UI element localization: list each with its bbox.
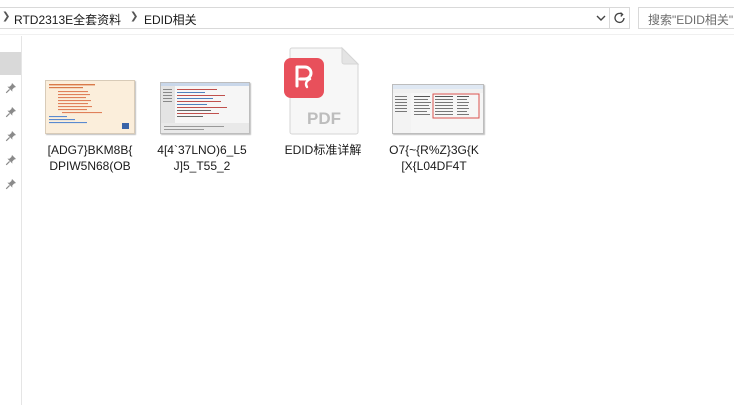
image-thumbnail xyxy=(392,84,484,134)
file-name[interactable]: EDID标准详解 xyxy=(273,142,373,158)
file-item[interactable]: O7{~{R%Z}3G{K [X{L04DF4T xyxy=(384,46,484,186)
file-name[interactable]: 4[4`37LNO)6_L5 J]5_T55_2 xyxy=(152,142,252,174)
file-name-line: O7{~{R%Z}3G{K xyxy=(389,143,479,157)
pin-icon xyxy=(5,179,17,190)
navigation-pane[interactable] xyxy=(0,36,22,405)
file-name-line: [ADG7}BKM8B{ xyxy=(47,143,133,157)
image-thumbnail xyxy=(45,80,135,134)
breadcrumb-item[interactable]: EDID相关 xyxy=(144,11,197,28)
file-name-line: 4[4`37LNO)6_L5 xyxy=(157,143,247,157)
file-name[interactable]: [ADG7}BKM8B{ DPIW5N68(OB xyxy=(40,142,140,174)
image-thumbnail xyxy=(160,82,250,134)
pin-icon xyxy=(5,155,17,166)
pdf-icon-label: PDF xyxy=(307,109,341,128)
refresh-icon xyxy=(614,12,625,24)
address-bar-row: ❯ RTD2313E全套资料 ❯ EDID相关 搜索"EDID相关" xyxy=(0,0,734,35)
nav-item-selected[interactable] xyxy=(0,52,21,75)
file-item[interactable]: PDF EDID标准详解 xyxy=(273,46,373,186)
pin-icon xyxy=(5,131,17,142)
file-item[interactable]: 4[4`37LNO)6_L5 J]5_T55_2 xyxy=(152,46,252,186)
file-item[interactable]: [ADG7}BKM8B{ DPIW5N68(OB xyxy=(40,46,140,186)
file-name-line: DPIW5N68(OB xyxy=(49,159,131,173)
document-preview-icon xyxy=(49,84,129,129)
file-name[interactable]: O7{~{R%Z}3G{K [X{L04DF4T xyxy=(384,142,484,174)
refresh-button[interactable] xyxy=(610,7,630,29)
pin-icon xyxy=(5,83,17,94)
breadcrumb-chevron-icon[interactable]: ❯ xyxy=(130,11,138,22)
file-name-line: EDID标准详解 xyxy=(284,143,362,157)
screenshot-preview-icon xyxy=(161,83,249,133)
pin-icon xyxy=(5,107,17,118)
search-input[interactable]: 搜索"EDID相关" xyxy=(638,7,734,29)
pdf-file-icon: PDF xyxy=(284,46,360,135)
chevron-down-icon[interactable] xyxy=(595,12,607,24)
screenshot-preview-icon xyxy=(393,85,483,133)
search-placeholder: 搜索"EDID相关" xyxy=(648,13,734,27)
address-bar[interactable]: ❯ RTD2313E全套资料 ❯ EDID相关 xyxy=(0,7,610,29)
file-name-line: J]5_T55_2 xyxy=(173,159,231,173)
file-name-line: [X{L04DF4T xyxy=(401,159,467,173)
breadcrumb-chevron-icon[interactable]: ❯ xyxy=(2,11,10,22)
breadcrumb-item[interactable]: RTD2313E全套资料 xyxy=(14,11,121,28)
